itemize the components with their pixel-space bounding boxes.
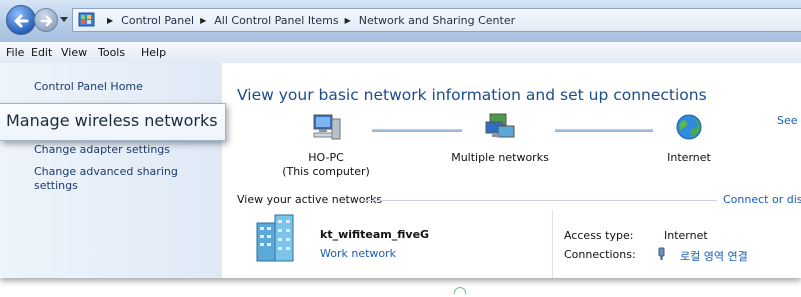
connection-line: [555, 129, 653, 132]
breadcrumb-network-sharing[interactable]: Network and Sharing Center: [359, 14, 515, 27]
breadcrumb-all-items[interactable]: All Control Panel Items: [214, 14, 338, 27]
connect-or-disconnect-link[interactable]: Connect or dis: [723, 193, 801, 206]
active-networks-heading: View your active networks: [237, 193, 383, 206]
breadcrumb-separator-icon[interactable]: ▶: [200, 16, 206, 25]
computer-sub-label: (This computer): [282, 165, 370, 178]
internet-label[interactable]: Internet: [639, 151, 739, 165]
breadcrumb-control-panel[interactable]: Control Panel: [121, 14, 194, 27]
connection-name-link[interactable]: 로컬 영역 연결: [680, 248, 748, 264]
menu-edit[interactable]: Edit: [31, 46, 52, 59]
section-divider: [362, 200, 717, 201]
network-sharing-center-window: ▶ Control Panel ▶ All Control Panel Items ▶ N…: [0, 0, 801, 278]
manage-wireless-networks-label: Manage wireless networks: [6, 111, 218, 130]
menu-tools[interactable]: Tools: [98, 46, 125, 59]
forward-button[interactable]: [34, 8, 58, 32]
sidebar: Control Panel Home Change adapter settin…: [0, 63, 222, 278]
control-panel-icon: [78, 12, 95, 27]
network-type-link[interactable]: Work network: [320, 247, 396, 260]
breadcrumb-trail: ▶ Control Panel ▶ All Control Panel Items ▶ N…: [101, 13, 515, 27]
manage-wireless-networks-callout[interactable]: Manage wireless networks: [0, 103, 226, 141]
forward-arrow-icon: [40, 15, 53, 27]
computer-icon: [313, 114, 341, 140]
computer-name-label[interactable]: HO-PC: [276, 151, 376, 165]
access-type-value: Internet: [664, 229, 708, 242]
internet-globe-icon: [676, 114, 702, 140]
menu-help[interactable]: Help: [141, 46, 166, 59]
recent-pages-dropdown-icon[interactable]: [60, 17, 68, 22]
address-bar: ▶ Control Panel ▶ All Control Panel Items ▶ N…: [0, 0, 801, 42]
sidebar-item-control-panel-home[interactable]: Control Panel Home: [34, 80, 143, 94]
network-adapter-icon: [658, 247, 665, 260]
breadcrumb-separator-icon[interactable]: ▶: [345, 16, 351, 25]
back-arrow-icon: [14, 14, 29, 28]
see-full-map-link[interactable]: See: [777, 114, 798, 127]
page-title: View your basic network information and …: [237, 86, 707, 104]
vertical-divider: [552, 210, 553, 278]
menu-bar: File Edit View Tools Help: [0, 42, 801, 64]
menu-view[interactable]: View: [61, 46, 87, 59]
network-name: kt_wifiteam_fiveG: [320, 228, 430, 241]
access-type-label: Access type:: [564, 229, 634, 242]
multiple-networks-label[interactable]: Multiple networks: [440, 151, 560, 165]
back-button[interactable]: [6, 5, 36, 35]
connections-label: Connections:: [564, 248, 636, 261]
breadcrumb-separator-icon[interactable]: ▶: [107, 16, 113, 25]
sidebar-item-change-adapter-settings[interactable]: Change adapter settings: [34, 143, 194, 157]
arc-icon: [454, 287, 466, 294]
breadcrumb[interactable]: ▶ Control Panel ▶ All Control Panel Items ▶ N…: [72, 8, 801, 32]
work-network-icon[interactable]: [253, 213, 301, 263]
connection-line: [372, 129, 462, 132]
sidebar-item-change-advanced-sharing[interactable]: Change advanced sharing settings: [34, 165, 194, 193]
menu-file[interactable]: File: [6, 46, 24, 59]
main-content: View your basic network information and …: [222, 63, 801, 278]
multiple-networks-icon: [485, 113, 515, 138]
